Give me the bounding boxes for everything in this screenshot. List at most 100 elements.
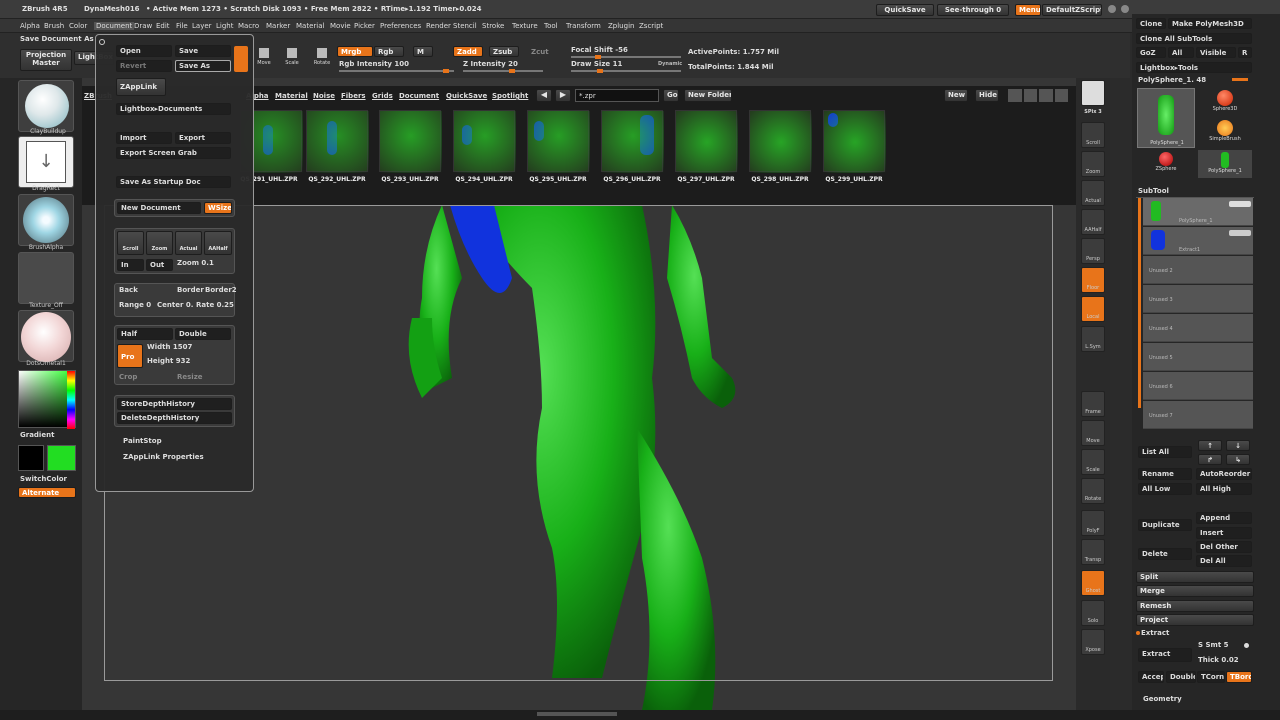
lightbox-go-button[interactable]: Go bbox=[663, 89, 679, 102]
quicksave-button[interactable]: QuickSave bbox=[876, 4, 934, 16]
see-through-slider[interactable]: See-through 0 bbox=[937, 4, 1009, 16]
color-picker[interactable] bbox=[18, 370, 76, 429]
all-low-button[interactable]: All Low bbox=[1138, 483, 1192, 495]
view-mode-icon[interactable] bbox=[1039, 89, 1053, 102]
polysphere2-tool-thumbnail[interactable]: PolySphere_1 bbox=[1198, 150, 1252, 178]
polyf-shelf-button[interactable]: PolyF bbox=[1081, 510, 1105, 536]
range-slider[interactable]: Range 0 bbox=[119, 301, 151, 309]
menu-marker[interactable]: Marker bbox=[266, 22, 290, 30]
aahalf-button[interactable]: AAHalf bbox=[204, 231, 232, 255]
clone-button[interactable]: Clone bbox=[1136, 18, 1166, 29]
zsphere-tool-thumbnail[interactable]: ZSphere bbox=[1137, 150, 1195, 178]
alternate-button[interactable]: Alternate bbox=[18, 487, 76, 498]
del-all-button[interactable]: Del All bbox=[1196, 555, 1252, 567]
height-slider[interactable]: Height 932 bbox=[147, 357, 190, 365]
lightbox-thumbnail[interactable] bbox=[675, 110, 738, 173]
duplicate-button[interactable]: Duplicate bbox=[1138, 519, 1192, 531]
maximize-icon[interactable] bbox=[1121, 5, 1129, 13]
goz-r-button[interactable]: R bbox=[1238, 47, 1252, 58]
lightbox-next-arrow-icon[interactable]: ▶ bbox=[555, 89, 571, 102]
rotate-shelf-button[interactable]: Rotate bbox=[1081, 478, 1105, 504]
zoom-shelf-button[interactable]: Zoom bbox=[1081, 151, 1105, 177]
lightbox-new-button[interactable]: New bbox=[944, 89, 968, 102]
scale-tool-button[interactable]: Scale bbox=[283, 48, 301, 72]
save-button[interactable]: Save bbox=[175, 45, 231, 57]
xpose-shelf-button[interactable]: Xpose bbox=[1081, 629, 1105, 655]
move-left-arrow-icon[interactable]: ↳ bbox=[1226, 454, 1250, 465]
menu-stroke[interactable]: Stroke bbox=[482, 22, 504, 30]
clone-all-subtools-button[interactable]: Clone All SubTools bbox=[1136, 33, 1252, 44]
lightbox-thumbnail[interactable] bbox=[823, 110, 886, 173]
lightbox-thumbnail[interactable] bbox=[749, 110, 812, 173]
all-high-button[interactable]: All High bbox=[1196, 483, 1252, 495]
frame-shelf-button[interactable]: Frame bbox=[1081, 391, 1105, 417]
draw-size-slider[interactable]: Draw Size 11 bbox=[571, 60, 651, 68]
subtool-item[interactable]: Unused 4 bbox=[1143, 314, 1253, 342]
del-other-button[interactable]: Del Other bbox=[1196, 541, 1252, 553]
menu-alpha[interactable]: Alpha bbox=[20, 22, 40, 30]
persp-shelf-button[interactable]: Persp bbox=[1081, 238, 1105, 264]
primary-color-swatch[interactable] bbox=[47, 445, 76, 471]
thick-slider[interactable]: Thick 0.02 bbox=[1198, 656, 1239, 664]
scroll-shelf-button[interactable]: Scroll bbox=[1081, 122, 1105, 148]
ghost-shelf-button[interactable]: Ghost bbox=[1081, 570, 1105, 596]
pro-button[interactable]: Pro bbox=[117, 344, 143, 368]
geometry-header[interactable]: Geometry bbox=[1143, 695, 1182, 703]
lightbox-thumbnail[interactable] bbox=[601, 110, 664, 173]
menu-document[interactable]: Document bbox=[94, 22, 135, 30]
lightbox-thumbnail[interactable] bbox=[453, 110, 516, 173]
subtool-visibility-icon[interactable] bbox=[1229, 230, 1251, 236]
import-button[interactable]: Import bbox=[116, 132, 172, 144]
menu-layer[interactable]: Layer bbox=[192, 22, 212, 30]
menu-picker[interactable]: Picker bbox=[354, 22, 375, 30]
lightbox-thumbnail[interactable] bbox=[306, 110, 369, 173]
menu-render[interactable]: Render bbox=[426, 22, 451, 30]
append-button[interactable]: Append bbox=[1196, 512, 1252, 524]
lightbox-search-input[interactable]: *.zpr bbox=[575, 89, 659, 102]
goz-all-button[interactable]: All bbox=[1168, 47, 1194, 58]
make-polymesh-button[interactable]: Make PolyMesh3D bbox=[1168, 18, 1252, 29]
autoreorder-button[interactable]: AutoReorder bbox=[1196, 468, 1252, 480]
zapplink-button[interactable]: ZAppLink bbox=[116, 78, 166, 96]
alpha-tile[interactable] bbox=[18, 194, 74, 246]
rgb-intensity-slider[interactable]: Rgb Intensity 100 bbox=[339, 60, 454, 68]
lightbox-tab-quicksave[interactable]: QuickSave bbox=[446, 92, 487, 100]
tborder-button[interactable]: TBord bbox=[1226, 671, 1252, 683]
view-mode-icon[interactable] bbox=[1054, 89, 1068, 102]
aahalf-shelf-button[interactable]: AAHalf bbox=[1081, 209, 1105, 235]
menu-preferences[interactable]: Preferences bbox=[380, 22, 421, 30]
subtool-item[interactable]: Unused 3 bbox=[1143, 285, 1253, 313]
lightbox-prev-arrow-icon[interactable]: ◀ bbox=[536, 89, 552, 102]
lightbox-hide-button[interactable]: Hide bbox=[975, 89, 999, 102]
goz-button[interactable]: GoZ bbox=[1136, 47, 1166, 58]
material-tile[interactable] bbox=[18, 310, 74, 362]
back-button[interactable]: Back bbox=[119, 286, 138, 294]
smooth-toggle-icon[interactable] bbox=[1244, 643, 1249, 648]
delete-depth-history-button[interactable]: DeleteDepthHistory bbox=[117, 412, 232, 424]
subtool-scrollbar[interactable] bbox=[1138, 198, 1141, 408]
menu-tool[interactable]: Tool bbox=[544, 22, 558, 30]
menu-stencil[interactable]: Stencil bbox=[453, 22, 477, 30]
save-as-button[interactable]: Save As bbox=[175, 60, 231, 72]
switch-color-button[interactable]: SwitchColor bbox=[20, 475, 67, 483]
lightbox-tab-material[interactable]: Material bbox=[275, 92, 308, 100]
subtool-header[interactable]: SubTool bbox=[1138, 187, 1169, 195]
subtool-item[interactable]: PolySphere_1 bbox=[1143, 198, 1253, 226]
projection-master-button[interactable]: Projection Master bbox=[20, 49, 72, 71]
menu-pin-icon[interactable] bbox=[99, 39, 105, 45]
subtool-item[interactable]: Unused 5 bbox=[1143, 343, 1253, 371]
lightbox-tab-document[interactable]: Document bbox=[399, 92, 439, 100]
move-right-arrow-icon[interactable]: ↱ bbox=[1198, 454, 1222, 465]
rotate-tool-button[interactable]: Rotate bbox=[312, 48, 332, 72]
remesh-button[interactable]: Remesh bbox=[1136, 600, 1254, 612]
z-intensity-track[interactable] bbox=[463, 69, 543, 73]
actual-shelf-button[interactable]: Actual bbox=[1081, 180, 1105, 206]
merge-button[interactable]: Merge bbox=[1136, 585, 1254, 597]
spix-button[interactable] bbox=[1081, 80, 1105, 106]
subtool-item[interactable]: Unused 7 bbox=[1143, 401, 1253, 429]
brush-tile[interactable] bbox=[18, 80, 74, 132]
lightbox-tools-button[interactable]: Lightbox▸Tools bbox=[1136, 62, 1252, 73]
move-shelf-button[interactable]: Move bbox=[1081, 420, 1105, 446]
local-shelf-button[interactable]: Local bbox=[1081, 296, 1105, 322]
accept-button[interactable]: Accept bbox=[1138, 671, 1164, 683]
